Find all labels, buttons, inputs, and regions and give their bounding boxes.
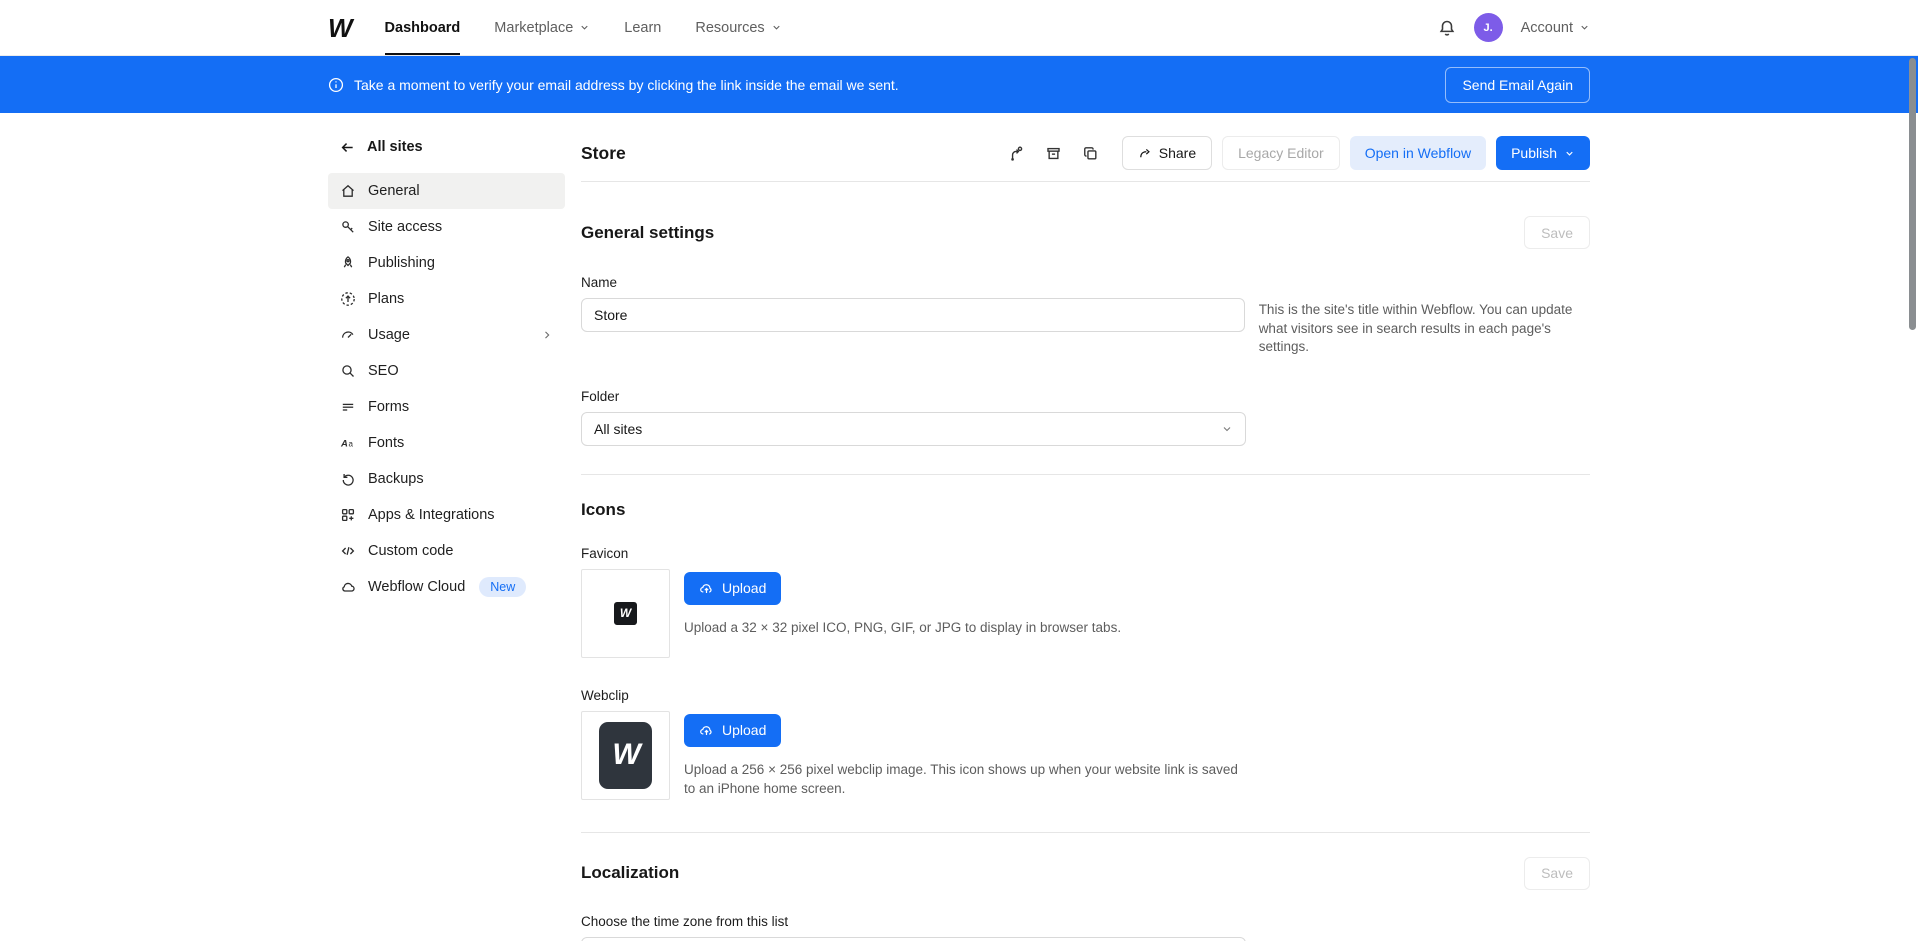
favicon-help-text: Upload a 32 × 32 pixel ICO, PNG, GIF, or… <box>684 618 1121 638</box>
icons-section: Icons Favicon W Upload Upload a 32 × 32 … <box>581 500 1590 800</box>
webclip-preview: W <box>581 711 670 800</box>
webclip-image: W <box>599 722 652 789</box>
chevron-right-icon <box>541 329 553 341</box>
general-save-button[interactable]: Save <box>1524 216 1590 249</box>
localization-save-button[interactable]: Save <box>1524 857 1590 890</box>
home-icon <box>340 183 356 199</box>
favicon-upload-button[interactable]: Upload <box>684 572 781 605</box>
folder-label: Folder <box>581 389 1590 404</box>
site-name-input[interactable] <box>581 298 1245 332</box>
fonts-aa-icon: Aa <box>340 435 356 451</box>
code-icon <box>340 543 356 559</box>
webclip-help-text: Upload a 256 × 256 pixel webclip image. … <box>684 760 1244 799</box>
share-button[interactable]: Share <box>1122 136 1212 170</box>
timezone-select[interactable]: [GMT+2:00] Europe/Paris <box>581 937 1246 941</box>
localization-heading: Localization <box>581 863 679 883</box>
sidebar-item-apps-integrations[interactable]: Apps & Integrations <box>328 497 565 533</box>
timezone-label: Choose the time zone from this list <box>581 914 1590 929</box>
sidebar-items: General Site access Publishing Plans Usa… <box>328 173 565 605</box>
gauge-icon <box>340 327 356 343</box>
timezone-help-text: Time zone defaults to UTC, so setting it… <box>1260 937 1590 941</box>
page-scrollbar[interactable] <box>1909 58 1916 330</box>
primary-nav: Dashboard Marketplace Learn Resources <box>385 0 782 55</box>
sidebar-item-seo[interactable]: SEO <box>328 353 565 389</box>
sidebar-item-webflow-cloud[interactable]: Webflow Cloud New <box>328 569 565 605</box>
nav-learn[interactable]: Learn <box>624 0 661 55</box>
copy-icon <box>1082 145 1099 162</box>
chevron-down-icon <box>579 22 590 33</box>
banner-message: Take a moment to verify your email addre… <box>354 77 899 93</box>
sidebar-item-forms[interactable]: Forms <box>328 389 565 425</box>
account-menu[interactable]: Account <box>1521 20 1590 36</box>
webclip-label: Webclip <box>581 688 1590 703</box>
legacy-editor-button[interactable]: Legacy Editor <box>1222 136 1340 170</box>
nav-marketplace[interactable]: Marketplace <box>494 0 590 55</box>
open-in-webflow-button[interactable]: Open in Webflow <box>1350 136 1486 170</box>
header-divider <box>581 181 1590 182</box>
general-settings-section: General settings Save Name This is the s… <box>581 216 1590 446</box>
archive-site-button[interactable] <box>1040 140 1067 167</box>
webclip-upload-button[interactable]: Upload <box>684 714 781 747</box>
archive-icon <box>1045 145 1062 162</box>
webflow-logo[interactable]: W <box>328 15 351 41</box>
sidebar-item-fonts[interactable]: Aa Fonts <box>328 425 565 461</box>
svg-text:a: a <box>349 440 354 449</box>
folder-select[interactable]: All sites <box>581 412 1246 446</box>
name-help-text: This is the site's title within Webflow.… <box>1259 298 1590 357</box>
info-icon <box>328 77 344 93</box>
avatar[interactable]: J. <box>1474 13 1503 42</box>
upgrade-circle-icon <box>340 291 356 307</box>
name-label: Name <box>581 275 1590 290</box>
favicon-preview: W <box>581 569 670 658</box>
page-title: Store <box>581 143 626 164</box>
nav-dashboard[interactable]: Dashboard <box>385 0 461 55</box>
nav-resources[interactable]: Resources <box>695 0 781 55</box>
sidebar-item-general[interactable]: General <box>328 173 565 209</box>
sidebar-item-backups[interactable]: Backups <box>328 461 565 497</box>
transfer-site-button[interactable] <box>1003 140 1030 167</box>
section-divider <box>581 832 1590 833</box>
key-icon <box>340 219 356 235</box>
general-settings-heading: General settings <box>581 223 714 243</box>
site-settings-main: Store Share Legacy Editor Open in Webflo… <box>581 135 1590 941</box>
search-icon <box>340 363 356 379</box>
upload-cloud-icon <box>699 723 714 738</box>
new-badge: New <box>479 577 526 597</box>
form-lines-icon <box>340 399 356 415</box>
history-icon <box>340 471 356 487</box>
bell-icon <box>1438 19 1456 37</box>
upload-cloud-icon <box>699 581 714 596</box>
transfer-icon <box>1008 145 1025 162</box>
sidebar-item-site-access[interactable]: Site access <box>328 209 565 245</box>
share-arrow-icon <box>1138 146 1152 160</box>
chevron-down-icon <box>1221 423 1233 435</box>
email-verification-banner: Take a moment to verify your email addre… <box>0 56 1918 113</box>
icons-heading: Icons <box>581 500 1590 520</box>
sidebar-item-custom-code[interactable]: Custom code <box>328 533 565 569</box>
settings-sidebar: All sites General Site access Publishing… <box>328 135 565 941</box>
chevron-down-icon <box>1564 148 1575 159</box>
site-toolbar: Share Legacy Editor Open in Webflow Publ… <box>1003 136 1590 170</box>
sidebar-item-publishing[interactable]: Publishing <box>328 245 565 281</box>
publish-button[interactable]: Publish <box>1496 136 1590 170</box>
section-divider <box>581 474 1590 475</box>
apps-grid-icon <box>340 507 356 523</box>
chevron-down-icon <box>1579 22 1590 33</box>
favicon-label: Favicon <box>581 546 1590 561</box>
send-email-again-button[interactable]: Send Email Again <box>1445 67 1590 103</box>
chevron-down-icon <box>771 22 782 33</box>
duplicate-site-button[interactable] <box>1077 140 1104 167</box>
back-to-all-sites[interactable]: All sites <box>328 135 565 157</box>
svg-text:A: A <box>340 439 348 450</box>
notifications-button[interactable] <box>1438 19 1456 37</box>
sidebar-item-plans[interactable]: Plans <box>328 281 565 317</box>
localization-section: Localization Save Choose the time zone f… <box>581 857 1590 941</box>
cloud-icon <box>340 579 356 595</box>
rocket-icon <box>340 255 356 271</box>
top-navigation: W Dashboard Marketplace Learn Resources … <box>0 0 1918 56</box>
favicon-image: W <box>614 602 637 625</box>
sidebar-item-usage[interactable]: Usage <box>328 317 565 353</box>
arrow-left-icon <box>340 140 355 155</box>
